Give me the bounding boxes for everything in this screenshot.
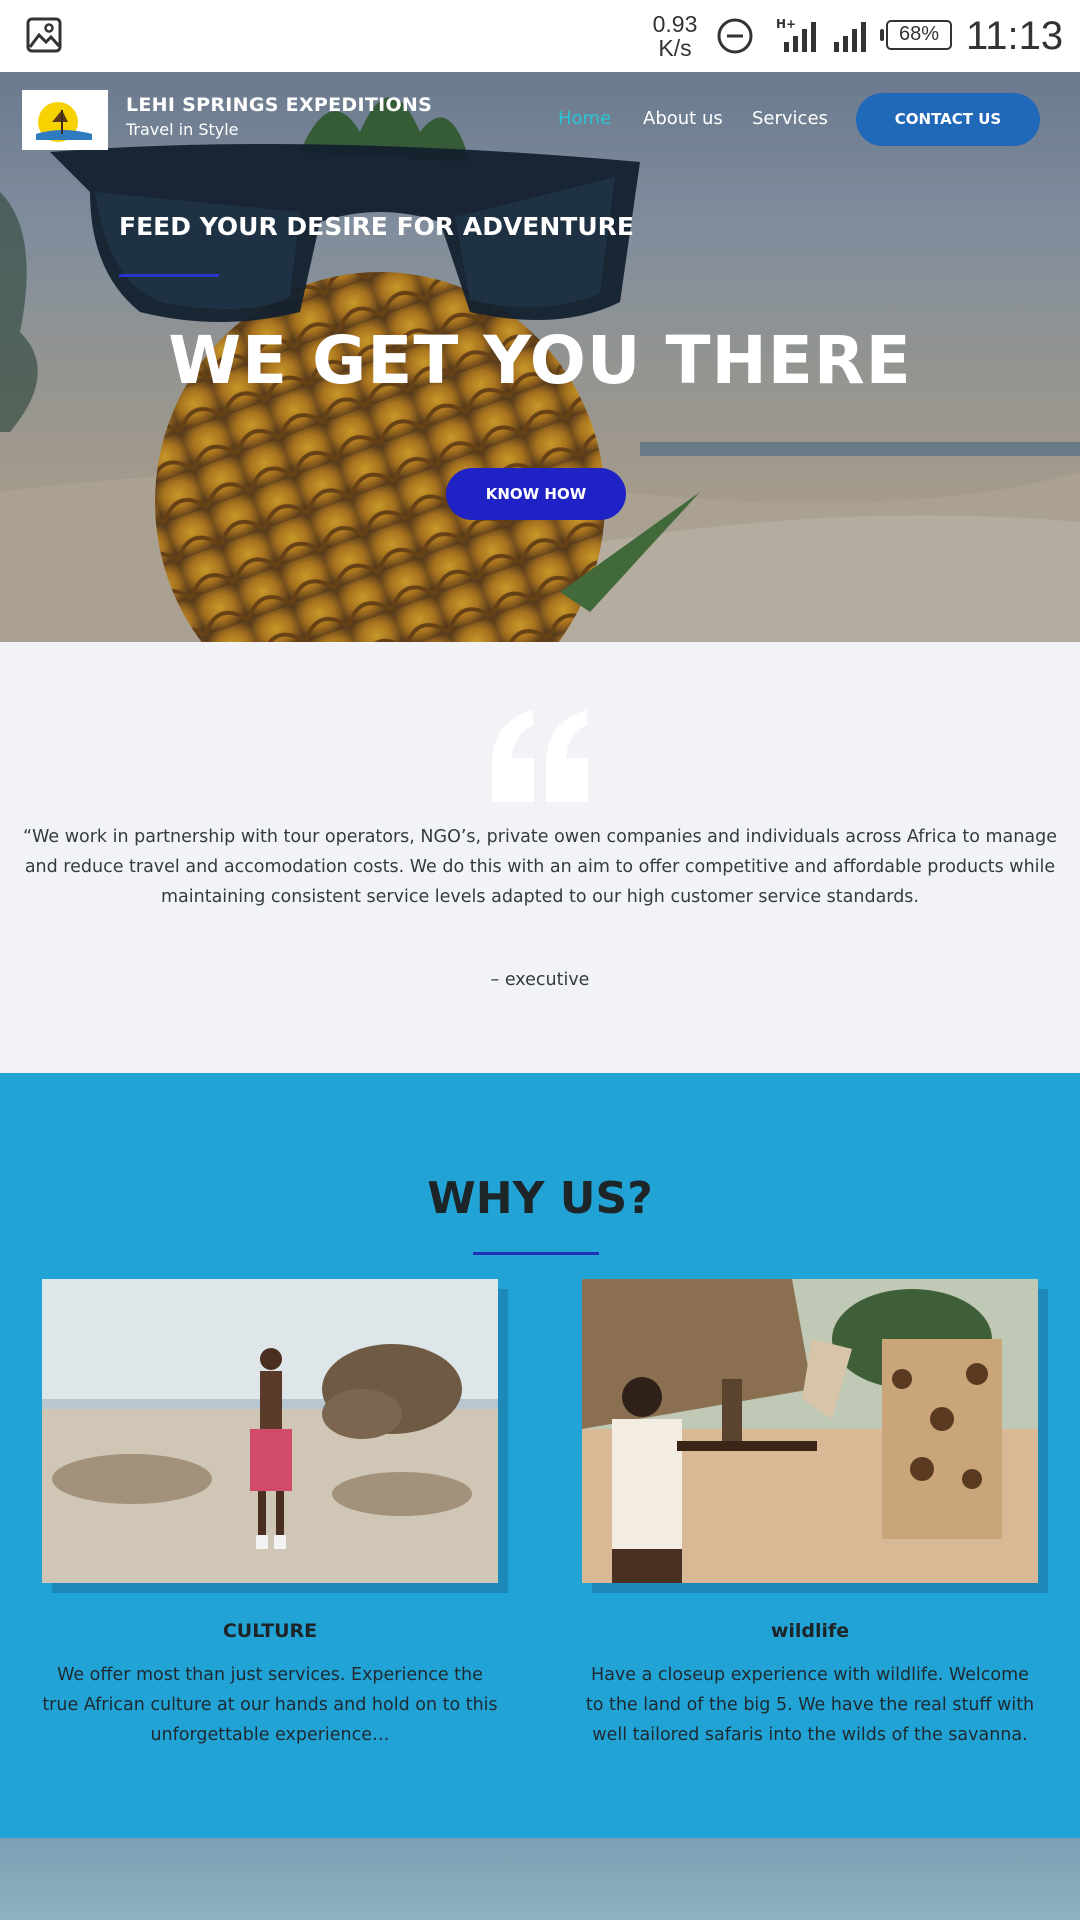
- nav-about-us[interactable]: About us: [643, 108, 723, 129]
- signal-icon-2: [834, 22, 866, 52]
- wildlife-image[interactable]: [582, 1279, 1038, 1583]
- kicker-underline: [119, 274, 219, 277]
- wildlife-text: Have a closeup experience with wildlife.…: [585, 1665, 1035, 1745]
- svg-text:H+: H+: [776, 17, 796, 31]
- next-section-preview: [0, 1838, 1080, 1920]
- wildlife-title: wildlife: [770, 1620, 850, 1642]
- hero-section: LEHI SPRINGS EXPEDITIONS Travel in Style…: [0, 72, 1080, 642]
- status-bar: 0.93 K/s H+ 68% 11:13: [0, 0, 1080, 72]
- brand-tagline: Travel in Style: [126, 120, 239, 139]
- nav-home[interactable]: Home: [558, 108, 611, 129]
- signal-icon: H+: [776, 17, 816, 52]
- wildlife-photo: [582, 1279, 1038, 1583]
- why-us-title: WHY US?: [427, 1173, 653, 1224]
- know-how-button[interactable]: KNOW HOW: [446, 468, 626, 520]
- hero-kicker: FEED YOUR DESIRE FOR ADVENTURE: [119, 212, 634, 241]
- culture-photo: [42, 1279, 498, 1583]
- network-speed-value: 0.93: [652, 11, 698, 37]
- network-speed: 0.93 K/s: [648, 12, 702, 60]
- testimonial-section: “We work in partnership with tour operat…: [0, 642, 1080, 1073]
- contact-us-button[interactable]: CONTACT US: [856, 93, 1040, 146]
- hero-title: WE GET YOU THERE: [168, 322, 912, 399]
- logo-sun-icon: [36, 102, 92, 142]
- culture-image[interactable]: [42, 1279, 498, 1583]
- network-speed-unit: K/s: [658, 35, 692, 61]
- testimonial-quote: “We work in partnership with tour operat…: [23, 827, 1057, 907]
- battery-icon: 68%: [880, 20, 952, 50]
- why-us-section: WHY US? CULTURE We offer most than just …: [0, 1073, 1080, 1838]
- nav-services[interactable]: Services: [752, 108, 828, 129]
- brand-name: LEHI SPRINGS EXPEDITIONS: [126, 94, 433, 116]
- culture-title: CULTURE: [222, 1620, 318, 1642]
- why-us-underline: [473, 1252, 599, 1255]
- culture-text: We offer most than just services. Experi…: [42, 1665, 498, 1745]
- dnd-icon: [717, 18, 753, 54]
- quote-icon: [492, 710, 588, 802]
- gallery-icon: [26, 17, 62, 53]
- clock: 11:13: [966, 14, 1064, 58]
- testimonial-author: – executive: [490, 970, 590, 990]
- brand-logo[interactable]: [22, 90, 108, 150]
